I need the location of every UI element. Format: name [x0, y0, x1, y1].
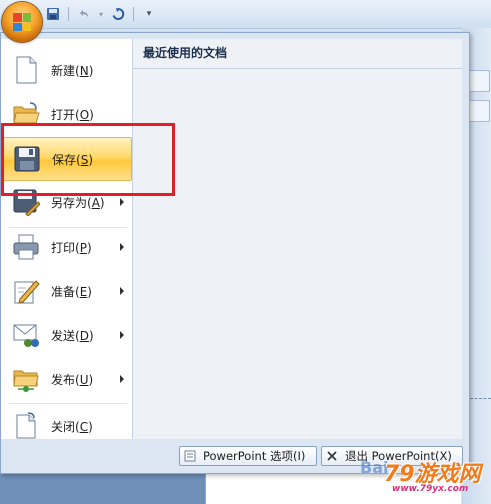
- menu-item-label: 准备(E): [51, 284, 92, 299]
- menu-item-label: 关闭(C): [51, 419, 93, 434]
- office-menu-commands: 新建(N) 打开(O) 保存(S) 另存为(A) 打印(P) 准备(E) 发送(…: [1, 39, 133, 439]
- office-menu: 新建(N) 打开(O) 保存(S) 另存为(A) 打印(P) 准备(E) 发送(…: [0, 32, 470, 474]
- menu-item-open[interactable]: 打开(O): [3, 93, 132, 135]
- menu-item-new[interactable]: 新建(N): [3, 49, 132, 91]
- menu-item-prepare[interactable]: 准备(E): [3, 270, 132, 312]
- toolbar-separator: [133, 7, 134, 21]
- slide-pane-background: [0, 470, 205, 504]
- menu-item-label: 新建(N): [51, 63, 94, 78]
- menu-item-close[interactable]: 关闭(C): [3, 405, 132, 447]
- powerpoint-options-button[interactable]: PowerPoint 选项(I): [179, 446, 317, 466]
- options-button-label: PowerPoint 选项(I): [203, 449, 306, 463]
- submenu-arrow-icon: [120, 331, 124, 339]
- menu-item-send[interactable]: 发送(D): [3, 314, 132, 356]
- menu-item-save[interactable]: 保存(S): [3, 137, 132, 181]
- menu-separator: [9, 403, 127, 404]
- ribbon-group-button[interactable]: [468, 70, 490, 92]
- menu-item-label: 发布(U): [51, 372, 94, 387]
- title-bar: ▾ ▾: [0, 0, 491, 29]
- menu-item-print[interactable]: 打印(P): [3, 226, 132, 268]
- office-button[interactable]: [2, 2, 42, 42]
- undo-dropdown-icon[interactable]: ▾: [97, 5, 105, 23]
- prepare-pencil-icon: [11, 276, 41, 306]
- menu-item-publish[interactable]: 发布(U): [3, 358, 132, 400]
- save-floppy-icon: [12, 144, 42, 174]
- printer-icon: [11, 232, 41, 262]
- office-logo-icon: [13, 13, 31, 31]
- send-envelope-icon: [11, 320, 41, 350]
- save-as-icon: [11, 187, 41, 217]
- submenu-arrow-icon: [120, 198, 124, 206]
- customize-dropdown-icon[interactable]: ▾: [140, 5, 158, 23]
- submenu-arrow-icon: [120, 375, 124, 383]
- menu-item-label: 发送(D): [51, 328, 94, 343]
- menu-item-label: 打开(O): [51, 107, 94, 122]
- recent-documents-title: 最近使用的文档: [133, 39, 462, 69]
- save-icon[interactable]: [44, 5, 62, 23]
- menu-item-save-as[interactable]: 另存为(A): [3, 181, 132, 223]
- menu-item-label: 保存(S): [52, 152, 94, 167]
- recent-documents-panel: 最近使用的文档: [133, 39, 462, 439]
- close-document-icon: [11, 411, 41, 441]
- slide-placeholder-border: [470, 398, 491, 400]
- menu-item-label: 打印(P): [51, 240, 92, 255]
- menu-item-label: 另存为(A): [51, 195, 105, 210]
- toolbar-separator: [68, 7, 69, 21]
- site-watermark: Bai 79游戏网 www.79yx.com: [330, 440, 488, 500]
- redo-icon[interactable]: [109, 5, 127, 23]
- submenu-arrow-icon: [120, 287, 124, 295]
- submenu-arrow-icon: [120, 243, 124, 251]
- ribbon-group-button[interactable]: [468, 100, 490, 122]
- new-document-icon: [11, 55, 41, 85]
- publish-folder-icon: [11, 364, 41, 394]
- open-folder-icon: [11, 99, 41, 129]
- quick-access-toolbar: ▾ ▾: [44, 4, 158, 24]
- undo-icon[interactable]: [75, 5, 93, 23]
- site-url: www.79yx.com: [392, 484, 469, 494]
- options-icon: [183, 449, 197, 463]
